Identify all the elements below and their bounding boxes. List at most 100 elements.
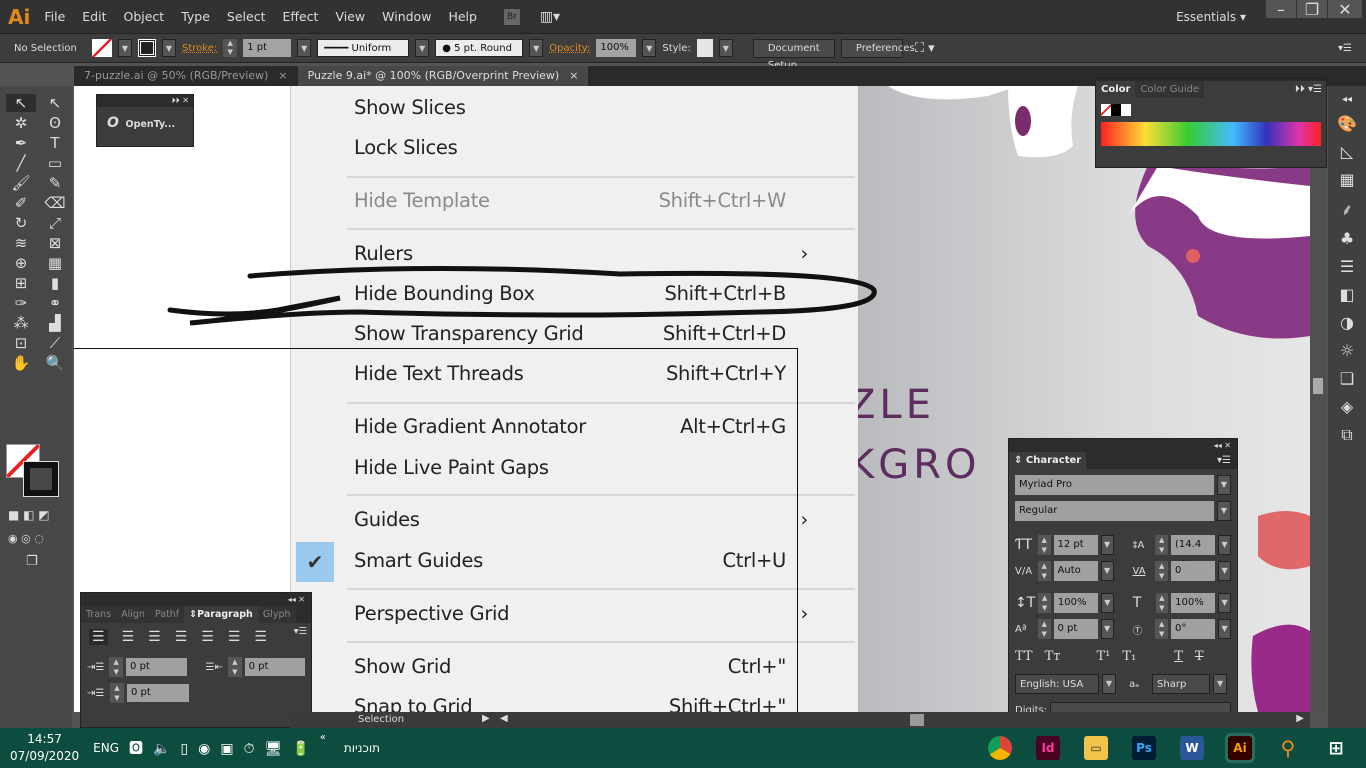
tray-icons[interactable]: 🅾🔈▯◉▣⏱🖥🔋 bbox=[129, 738, 320, 758]
alignment-buttons[interactable]: ☰ ☰ ☰ ☰ ☰ ☰ ☰ bbox=[89, 629, 290, 645]
panel-menu-icon[interactable]: ⏵⏵ ▾☰ bbox=[1291, 81, 1326, 98]
color-mode-buttons[interactable]: ■ ◧ ◩ bbox=[8, 508, 50, 522]
vscale-dropdown[interactable]: ▼ bbox=[1100, 593, 1114, 613]
scroll-left-arrow[interactable]: ◀ bbox=[500, 713, 508, 724]
appearance-icon[interactable]: ☼ bbox=[1340, 341, 1354, 360]
tab-align[interactable]: Align bbox=[116, 606, 150, 623]
collapse-dock-icon[interactable]: ◂◂ bbox=[1342, 94, 1352, 105]
right-indent-field[interactable]: 0 pt bbox=[244, 658, 306, 676]
symbols-icon[interactable]: ♣ bbox=[1340, 229, 1354, 248]
clock[interactable]: 14:57 07/09/2020 bbox=[10, 731, 79, 765]
menu-item-perspective-grid[interactable]: Perspective Grid › bbox=[354, 602, 822, 625]
text-style-buttons[interactable]: TT Tт T¹ T₁ T T bbox=[1015, 649, 1231, 664]
kerning-field[interactable]: Auto bbox=[1053, 561, 1098, 581]
language-indicator[interactable]: ENG bbox=[93, 741, 119, 755]
kerning-dropdown[interactable]: ▼ bbox=[1100, 561, 1114, 581]
none-black-white-swatches[interactable] bbox=[1101, 104, 1321, 116]
language-arrow[interactable]: ▼ bbox=[1102, 674, 1116, 694]
antialias-arrow[interactable]: ▼ bbox=[1213, 674, 1228, 694]
size-dropdown[interactable]: ▼ bbox=[1100, 535, 1114, 555]
hand-tool-icon[interactable]: ✋ bbox=[6, 354, 36, 372]
chrome-icon[interactable] bbox=[988, 736, 1012, 760]
status-tool[interactable]: Selection bbox=[358, 714, 404, 725]
panel-menu-icon[interactable]: ▾☰ bbox=[290, 623, 311, 640]
left-indent-stepper[interactable]: ▲ ▼ bbox=[109, 657, 124, 677]
tab-pathfinder[interactable]: Pathf bbox=[149, 606, 185, 623]
vertical-scale-field[interactable]: 100% bbox=[1053, 593, 1098, 613]
zoom-tool-icon[interactable]: 🔍 bbox=[40, 354, 70, 372]
baseline-stepper[interactable]: ▲ ▼ bbox=[1037, 619, 1051, 639]
horizontal-scale-field[interactable]: 100% bbox=[1171, 593, 1216, 613]
rotation-dropdown[interactable]: ▼ bbox=[1218, 619, 1231, 639]
tab-paragraph[interactable]: ⇕Paragraph bbox=[184, 606, 258, 623]
artboards-icon[interactable]: ⧉ bbox=[1341, 425, 1352, 445]
font-size-field[interactable]: 12 pt bbox=[1053, 535, 1098, 555]
gradient-panel-icon[interactable]: ◺ bbox=[1341, 142, 1353, 161]
word-icon[interactable]: W bbox=[1180, 736, 1204, 760]
show-hidden-icons[interactable]: « bbox=[320, 732, 326, 743]
tab-color[interactable]: Color bbox=[1096, 81, 1136, 98]
illustrator-icon[interactable]: Ai bbox=[1225, 733, 1255, 763]
isolate-object-icon[interactable]: ⛶ ▾ bbox=[915, 41, 935, 56]
antialias-dropdown[interactable]: Sharp bbox=[1152, 674, 1211, 694]
photoshop-icon[interactable]: Ps bbox=[1132, 736, 1156, 760]
screen-mode-icon[interactable]: ❐ bbox=[26, 554, 38, 569]
tab-character[interactable]: ⇕ Character bbox=[1009, 452, 1087, 469]
baseline-shift-field[interactable]: 0 pt bbox=[1053, 619, 1098, 639]
horizontal-scrollbar-thumb[interactable] bbox=[910, 714, 924, 726]
size-stepper[interactable]: ▲ ▼ bbox=[1037, 535, 1051, 555]
tab-transform[interactable]: Trans bbox=[81, 606, 117, 623]
stroke-color-box[interactable] bbox=[23, 461, 59, 497]
indesign-icon[interactable]: Id bbox=[1036, 736, 1060, 760]
stroke-panel-icon[interactable]: ☰ bbox=[1340, 257, 1354, 276]
menu-item-hide-live-paint-gaps[interactable]: Hide Live Paint Gaps bbox=[354, 456, 822, 479]
gradient-icon[interactable]: ◧ bbox=[1339, 285, 1354, 304]
font-family-field[interactable]: Myriad Pro bbox=[1015, 475, 1214, 495]
hscale-stepper[interactable]: ▲ ▼ bbox=[1155, 593, 1169, 613]
kerning-stepper[interactable]: ▲ ▼ bbox=[1037, 561, 1051, 581]
color-panel-icon[interactable]: 🎨 bbox=[1337, 114, 1357, 133]
rotation-field[interactable]: 0° bbox=[1171, 619, 1216, 639]
brushes-icon[interactable]: ⸙ bbox=[1341, 198, 1353, 220]
restore-button[interactable]: ❐ bbox=[1297, 0, 1327, 19]
tab-glyphs[interactable]: Glyph bbox=[257, 606, 296, 623]
leading-dropdown[interactable]: ▼ bbox=[1218, 535, 1231, 555]
search-app-icon[interactable]: ⚲ bbox=[1276, 736, 1300, 760]
tab-color-guide[interactable]: Color Guide bbox=[1135, 81, 1205, 98]
file-explorer-icon[interactable]: ▭ bbox=[1084, 736, 1108, 760]
minimize-button[interactable]: – bbox=[1266, 0, 1296, 19]
first-indent-stepper[interactable]: ▲ ▼ bbox=[110, 683, 124, 703]
font-style-field[interactable]: Regular bbox=[1015, 501, 1214, 521]
vscale-stepper[interactable]: ▲ ▼ bbox=[1038, 593, 1051, 613]
workspace-switcher[interactable]: Essentials ▾ bbox=[1176, 10, 1246, 24]
baseline-dropdown[interactable]: ▼ bbox=[1100, 619, 1114, 639]
rotation-stepper[interactable]: ▲ ▼ bbox=[1155, 619, 1169, 639]
hscale-dropdown[interactable]: ▼ bbox=[1218, 593, 1232, 613]
start-button[interactable]: ⊞ bbox=[1324, 736, 1348, 760]
swatches-icon[interactable]: ▦ bbox=[1339, 170, 1354, 189]
leading-stepper[interactable]: ▲ ▼ bbox=[1155, 535, 1169, 555]
color-spectrum[interactable] bbox=[1101, 122, 1321, 146]
tracking-field[interactable]: 0 bbox=[1171, 561, 1216, 581]
leading-field[interactable]: (14.4 pt) bbox=[1171, 535, 1216, 570]
layers-icon[interactable]: ◈ bbox=[1341, 397, 1353, 416]
transparency-icon[interactable]: ◑ bbox=[1340, 313, 1354, 332]
horizontal-scrollbar[interactable]: ▶ bbox=[926, 712, 1310, 728]
font-dropdown[interactable]: ▼ bbox=[1217, 475, 1231, 495]
programs-toolbar[interactable]: תוכניות bbox=[344, 741, 380, 755]
language-dropdown[interactable]: English: USA bbox=[1015, 674, 1099, 694]
right-indent-stepper[interactable]: ▲ ▼ bbox=[227, 657, 242, 677]
close-button[interactable]: ✕ bbox=[1328, 0, 1362, 19]
style-dropdown[interactable]: ▼ bbox=[1217, 501, 1231, 521]
left-indent-field[interactable]: 0 pt bbox=[126, 658, 187, 676]
menu-item-hide-gradient-annotator[interactable]: Hide Gradient Annotator Alt+Ctrl+G bbox=[354, 415, 822, 438]
menu-item-guides[interactable]: Guides › bbox=[354, 508, 822, 531]
menu-item-smart-guides[interactable]: Smart Guides Ctrl+U bbox=[354, 549, 822, 572]
status-menu-arrow[interactable]: ▶ bbox=[482, 713, 490, 724]
first-line-indent-field[interactable]: 0 pt bbox=[127, 684, 189, 702]
vertical-scrollbar[interactable] bbox=[1310, 86, 1326, 712]
menu-item-show-grid[interactable]: Show Grid Ctrl+" bbox=[354, 655, 822, 678]
control-panel-menu-icon[interactable]: ▾☰ bbox=[1338, 43, 1352, 54]
tracking-dropdown[interactable]: ▼ bbox=[1218, 561, 1231, 581]
panel-menu-icon[interactable]: ▾☰ bbox=[1211, 452, 1237, 469]
